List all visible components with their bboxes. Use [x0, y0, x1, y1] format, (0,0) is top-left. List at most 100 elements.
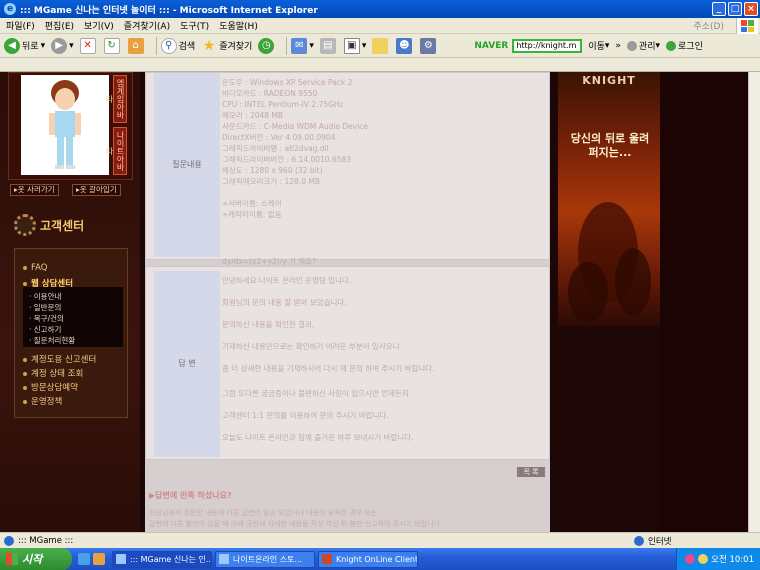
page-icon	[4, 535, 14, 546]
submenu-report[interactable]: · 신고하기	[29, 324, 61, 335]
bullet-icon	[23, 371, 27, 376]
answer-line: 고객센터 1:1 문의를 이용하여 문의 주시기 바랍니다.	[222, 411, 389, 420]
buy-clothes-button[interactable]: ▸옷 사러가기	[10, 184, 59, 196]
ie-icon	[219, 554, 229, 564]
question-text: 운도우 : Windows XP Service Pack 2 비디오카드 : …	[222, 77, 542, 267]
naver-extra-button[interactable]: »	[615, 41, 621, 51]
ie-quicklaunch-icon[interactable]	[78, 553, 90, 565]
back-dropdown-icon: ▾	[40, 40, 46, 51]
question-line: 그래픽메모리크기 : 128.0 MB	[222, 177, 320, 186]
folder-icon	[372, 37, 389, 54]
submenu-panel: · 이용안내 · 일반문의 · 복구/건의 · 신고하기 · 질문처리현황	[23, 287, 123, 347]
forward-arrow-icon: ▶	[51, 37, 68, 54]
login-button[interactable]: 로그인	[666, 39, 703, 52]
bullet-icon	[23, 399, 27, 404]
refresh-button[interactable]: ↻	[103, 37, 122, 54]
menu-tools[interactable]: 도구(T)	[180, 19, 209, 32]
menu-policy[interactable]: 운영정책	[23, 395, 62, 407]
maximize-button[interactable]: □	[728, 2, 742, 16]
ie-icon	[116, 554, 126, 564]
back-button[interactable]: ◀ 뒤로 ▾	[4, 37, 46, 54]
manage-button[interactable]: 관리 ▾	[626, 39, 661, 52]
task-knight-store[interactable]: 나이트온라인 스토...	[215, 550, 315, 568]
home-icon: ⌂	[127, 37, 144, 54]
right-background	[660, 72, 760, 532]
menu-faq[interactable]: FAQ	[23, 263, 47, 273]
favorites-button[interactable]: ★ 즐겨찾기	[201, 38, 252, 54]
vertical-scrollbar[interactable]	[748, 72, 760, 532]
submenu-status[interactable]: · 질문처리현황	[29, 335, 75, 346]
menu-file[interactable]: 파일(F)	[6, 19, 35, 32]
search-label: 검색	[178, 42, 196, 52]
home-button[interactable]: ⌂	[127, 37, 146, 54]
manage-label: 관리	[638, 42, 656, 52]
tools-button[interactable]: ⚙	[420, 37, 438, 54]
question-line: 사운드카드 : C-Media WDM Audio Device	[222, 122, 369, 131]
question-label: 질문내용	[154, 73, 220, 257]
star-icon: ★	[202, 37, 216, 54]
tab-mgame-avatar[interactable]: 엠게임아바타	[105, 75, 127, 123]
clock[interactable]: 오전 10:01	[711, 553, 754, 565]
print-button[interactable]: ▤	[319, 37, 338, 54]
forward-button[interactable]: ▶ ▾	[51, 37, 74, 54]
mail-dropdown-icon: ▾	[309, 40, 314, 51]
tab-knight-avatar[interactable]: 나이트아바타	[105, 127, 127, 175]
system-tray: 오전 10:01	[676, 548, 760, 570]
change-clothes-button[interactable]: ▸옷 갈아입기	[72, 184, 121, 196]
submenu-guide-label: 이용안내	[33, 292, 62, 301]
stop-button[interactable]: ✕	[79, 37, 98, 54]
menu-visit-booking[interactable]: 방문상담예약	[23, 381, 78, 393]
menu-favorites[interactable]: 즐겨찾기(A)	[124, 19, 170, 32]
go-button[interactable]: 이동 ▾	[588, 39, 609, 53]
bullet-icon	[23, 265, 27, 270]
more-icon: »	[615, 40, 621, 51]
satisfaction-line: 답변에 다른 불만이 있을 때 아래 공란에 자세한 내용을 작성 하신 뒤 불…	[149, 520, 443, 528]
submenu-recovery[interactable]: · 복구/건의	[29, 313, 64, 324]
print-icon: ▤	[319, 37, 336, 54]
tray-icon[interactable]	[685, 554, 696, 564]
minimize-button[interactable]: _	[712, 2, 726, 16]
question-line: 메모리 : 2048 MB	[222, 111, 284, 120]
gear-icon	[14, 214, 36, 236]
bullet-icon	[23, 385, 27, 390]
start-button[interactable]: 시작	[0, 548, 72, 570]
menu-theft-report[interactable]: 계정도용 신고센터	[23, 353, 96, 365]
task-label: 나이트온라인 스토...	[233, 554, 303, 564]
folder-button[interactable]	[372, 37, 390, 54]
menu-account-status[interactable]: 계정 상태 조회	[23, 367, 83, 379]
back-arrow-icon: ◀	[4, 37, 20, 54]
list-button[interactable]: 목 록	[517, 467, 545, 477]
window-controls: _ □ ×	[712, 2, 758, 16]
menu-edit[interactable]: 편집(E)	[45, 19, 74, 32]
task-ie-mgame[interactable]: ::: MGame 신나는 인...	[112, 550, 212, 568]
task-knight-client[interactable]: Knight OnLine Client	[318, 550, 418, 568]
status-text: ::: MGame :::	[18, 535, 74, 546]
answer-block: 답 변 안녕하세요 나이트 온라인 운영팀 입니다. 회원님의 문의 내용 잘 …	[145, 266, 550, 460]
edit-button[interactable]: ▣ ▾	[343, 37, 366, 54]
question-block: 질문내용 운도우 : Windows XP Service Pack 2 비디오…	[145, 72, 550, 266]
submenu-guide[interactable]: · 이용안내	[29, 291, 61, 302]
gear-icon	[626, 40, 637, 51]
messenger-button[interactable]: ☻	[396, 37, 414, 54]
history-button[interactable]: ◷	[258, 37, 276, 54]
history-icon: ◷	[258, 37, 275, 54]
menu-theft-report-label: 계정도용 신고센터	[31, 355, 97, 365]
security-zone: 인터넷	[634, 535, 671, 547]
submenu-general[interactable]: · 일반문의	[29, 302, 61, 313]
messenger-icon: ☻	[396, 37, 413, 54]
tray-icon[interactable]	[698, 554, 709, 564]
url-field[interactable]: http://knight.m	[512, 38, 583, 53]
menu-view[interactable]: 보기(V)	[84, 19, 114, 32]
forward-dropdown-icon: ▾	[69, 40, 74, 51]
submenu-general-label: 일반문의	[33, 303, 62, 312]
knight-online-banner[interactable]: KNIGHT 당신의 뒤로 울려 퍼지는...	[558, 72, 660, 327]
search-button[interactable]: ⚲ 검색	[160, 37, 196, 54]
customer-center-title: 고객센터	[10, 212, 132, 238]
media-quicklaunch-icon[interactable]	[93, 553, 105, 565]
mail-button[interactable]: ✉ ▾	[291, 37, 314, 54]
submenu-status-label: 질문처리현황	[33, 336, 76, 345]
close-button[interactable]: ×	[744, 2, 758, 16]
manage-dropdown-icon: ▾	[655, 40, 661, 51]
menu-policy-label: 운영정책	[31, 397, 63, 407]
menu-help[interactable]: 도움말(H)	[219, 19, 258, 32]
